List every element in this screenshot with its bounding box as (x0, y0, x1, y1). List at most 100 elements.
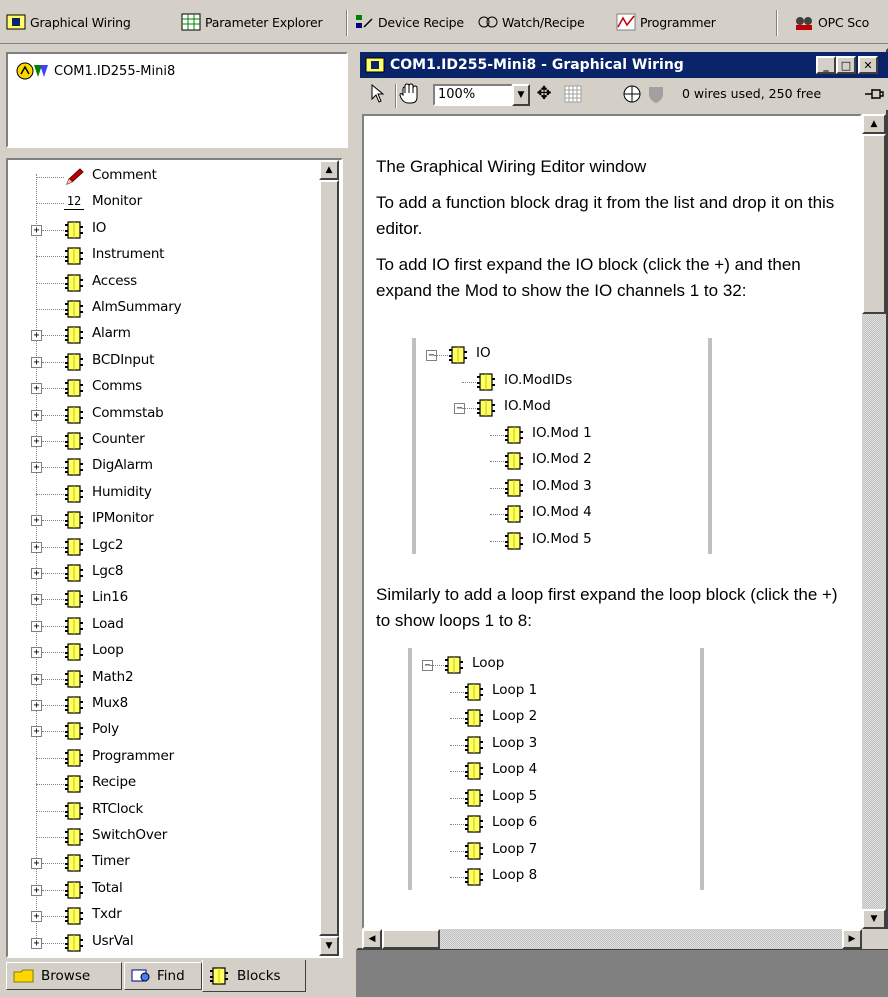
blocks-item-mux8[interactable]: + Mux8 (8, 692, 308, 718)
pencil-icon (66, 168, 84, 185)
example-tree-label: IO.Mod 2 (532, 451, 592, 467)
expand-icon[interactable]: + (31, 409, 42, 421)
example-tree-label: Loop 4 (492, 761, 538, 777)
scroll-up-button[interactable]: ▲ (862, 114, 886, 134)
block-icon (64, 934, 86, 952)
blocks-item-poly[interactable]: + Poly (8, 718, 308, 744)
scroll-right-button[interactable]: ▶ (842, 929, 862, 949)
blocks-item-recipe[interactable]: Recipe (8, 771, 308, 797)
blocks-item-alarm[interactable]: + Alarm (8, 322, 308, 348)
expand-icon[interactable]: + (31, 620, 42, 632)
watch-recipe-button[interactable]: Watch/Recipe (478, 0, 585, 44)
block-icon (64, 406, 86, 424)
toolbar-separator (346, 10, 348, 36)
blocks-item-timer[interactable]: + Timer (8, 850, 308, 876)
blocks-item-rtclock[interactable]: RTClock (8, 798, 308, 824)
minimize-button[interactable]: _ (816, 56, 836, 74)
blocks-item-lgc8[interactable]: + Lgc8 (8, 560, 308, 586)
expand-icon[interactable]: + (31, 383, 42, 395)
blocks-item-instrument[interactable]: Instrument (8, 243, 308, 269)
main-toolbar: Graphical Wiring Parameter Explorer Devi… (0, 0, 888, 44)
blocks-item-loop[interactable]: + Loop (8, 639, 308, 665)
blocks-item-monitor[interactable]: 12 Monitor (8, 190, 308, 216)
blocks-item-comment[interactable]: Comment (8, 164, 308, 190)
blocks-item-label: Access (92, 272, 138, 289)
blocks-item-comms[interactable]: + Comms (8, 375, 308, 401)
expand-icon[interactable]: + (31, 858, 42, 870)
blocks-item-commstab[interactable]: + Commstab (8, 402, 308, 428)
blocks-item-load[interactable]: + Load (8, 613, 308, 639)
tab-blocks[interactable]: Blocks (202, 960, 306, 992)
device-recipe-button[interactable]: Device Recipe (354, 0, 464, 44)
parameter-explorer-button[interactable]: Parameter Explorer (181, 0, 323, 44)
zoom-select[interactable]: 100% (433, 84, 513, 106)
blocks-item-lgc2[interactable]: + Lgc2 (8, 534, 308, 560)
expand-icon[interactable]: + (31, 937, 42, 949)
editor-hscrollbar[interactable]: ◀ ▶ (362, 929, 862, 949)
device-node[interactable]: COM1.ID255-Mini8 (16, 62, 175, 80)
chevron-down-icon[interactable]: ▼ (512, 84, 530, 106)
window-titlebar[interactable]: COM1.ID255-Mini8 - Graphical Wiring _ □ … (360, 52, 888, 78)
expand-icon[interactable]: + (31, 911, 42, 923)
pin-icon[interactable] (864, 86, 884, 102)
expand-icon[interactable]: + (31, 700, 42, 711)
scroll-down-button[interactable]: ▼ (862, 909, 886, 929)
scroll-up-button[interactable]: ▲ (319, 160, 339, 180)
expand-icon[interactable]: + (31, 541, 42, 553)
wiring-editor-canvas[interactable]: The Graphical Wiring Editor window To ad… (362, 114, 862, 929)
expand-icon[interactable]: + (31, 462, 42, 474)
blocks-item-ipmonitor[interactable]: + IPMonitor (8, 507, 308, 533)
scroll-thumb[interactable] (862, 134, 886, 314)
expand-icon[interactable]: + (31, 436, 42, 447)
blocks-item-access[interactable]: Access (8, 270, 308, 296)
device-panel: COM1.ID255-Mini8 (6, 52, 348, 148)
programmer-button[interactable]: Programmer (616, 0, 716, 44)
expand-icon[interactable]: + (31, 568, 42, 579)
blocks-item-counter[interactable]: + Counter (8, 428, 308, 454)
close-button[interactable]: ✕ (858, 56, 878, 74)
blocks-item-txdr[interactable]: + Txdr (8, 903, 308, 929)
blocks-item-usrval[interactable]: + UsrVal (8, 930, 308, 956)
shield-icon[interactable] (646, 84, 666, 104)
toolbar-separator (395, 84, 397, 108)
blocks-item-io[interactable]: + IO (8, 217, 308, 243)
scroll-down-button[interactable]: ▼ (319, 936, 339, 956)
expand-icon[interactable]: + (31, 356, 42, 368)
blocks-item-bcdinput[interactable]: + BCDInput (8, 349, 308, 375)
expand-icon[interactable]: + (31, 224, 42, 236)
example-tree-label: Loop 2 (492, 708, 538, 724)
pointer-icon[interactable] (370, 84, 386, 104)
blocks-item-lin16[interactable]: + Lin16 (8, 586, 308, 612)
scroll-thumb[interactable] (319, 180, 339, 936)
blocks-item-digalarm[interactable]: + DigAlarm (8, 454, 308, 480)
target-icon[interactable] (622, 84, 642, 104)
move-icon[interactable]: ✥ (534, 84, 554, 104)
expand-icon[interactable]: + (31, 647, 42, 659)
block-icon (476, 373, 498, 391)
block-icon (64, 828, 86, 846)
blocks-scrollbar[interactable]: ▲ ▼ (319, 160, 339, 956)
editor-vscrollbar[interactable]: ▲ ▼ (862, 114, 886, 929)
expand-icon[interactable]: + (31, 515, 42, 527)
expand-icon[interactable]: + (31, 726, 42, 738)
expand-icon[interactable]: + (31, 330, 42, 342)
blocks-item-math2[interactable]: + Math2 (8, 666, 308, 692)
blocks-item-programmer[interactable]: Programmer (8, 745, 308, 771)
device-name: COM1.ID255-Mini8 (54, 63, 176, 79)
scroll-thumb[interactable] (382, 929, 440, 949)
graphical-wiring-button[interactable]: Graphical Wiring (6, 0, 131, 44)
scroll-left-button[interactable]: ◀ (362, 929, 382, 949)
maximize-button[interactable]: □ (836, 56, 856, 74)
expand-icon[interactable]: + (31, 594, 42, 606)
blocks-item-humidity[interactable]: Humidity (8, 481, 308, 507)
expand-icon[interactable]: + (31, 673, 42, 685)
grid-icon[interactable] (564, 85, 582, 103)
expand-icon[interactable]: + (31, 884, 42, 896)
hand-pan-icon[interactable] (398, 83, 420, 105)
tab-find[interactable]: Find (124, 962, 202, 990)
blocks-item-switchover[interactable]: SwitchOver (8, 824, 308, 850)
opc-scope-button[interactable]: OPC Sco (794, 0, 869, 44)
tab-browse[interactable]: Browse (6, 962, 122, 990)
blocks-item-total[interactable]: + Total (8, 877, 308, 903)
blocks-item-almsummary[interactable]: AlmSummary (8, 296, 308, 322)
